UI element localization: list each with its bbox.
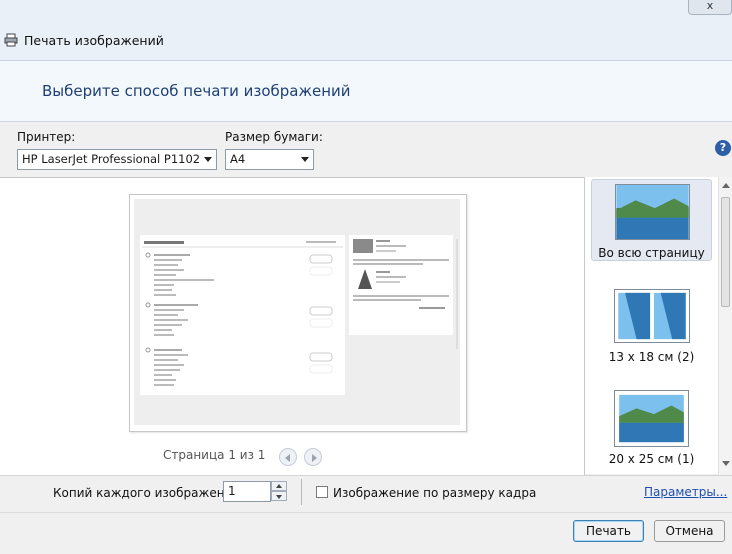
prev-page-button[interactable] (279, 448, 297, 466)
paper-size-label: Размер бумаги: (225, 130, 323, 144)
printer-icon (4, 33, 18, 47)
layout-item-full-page[interactable]: Во всю страницу (591, 179, 712, 261)
scroll-down-icon[interactable] (722, 461, 730, 466)
scrollbar-thumb[interactable] (721, 197, 730, 307)
layout-thumbnail-13x18 (614, 289, 690, 343)
fit-frame-checkbox[interactable] (316, 486, 328, 498)
page-status: Страница 1 из 1 (163, 448, 266, 462)
page-preview (129, 194, 467, 432)
layout-label: Во всю страницу (598, 246, 705, 260)
preview-panel: Страница 1 из 1 (0, 177, 585, 475)
scroll-up-icon[interactable] (722, 183, 730, 188)
next-page-button[interactable] (304, 448, 322, 466)
layout-thumbnail-20x25 (614, 390, 689, 447)
layout-thumbnail-full-page (615, 184, 690, 240)
title-bar: x Печать изображений (0, 0, 732, 61)
page-title: Выберите способ печати изображений (42, 82, 351, 100)
close-button[interactable]: x (688, 0, 732, 15)
print-button[interactable]: Печать (573, 520, 644, 542)
help-icon[interactable]: ? (715, 140, 731, 156)
layout-label: 13 x 18 см (2) (608, 350, 695, 364)
chevron-up-icon (276, 484, 282, 488)
paper-size-select-value: A4 (230, 152, 246, 166)
copies-stepper[interactable] (271, 481, 287, 502)
stepper-down-button[interactable] (271, 491, 287, 501)
printer-label: Принтер: (17, 130, 76, 144)
layout-item-13x18[interactable]: 13 x 18 см (2) (591, 287, 712, 367)
layout-item-20x25[interactable]: 20 x 25 см (1) (591, 388, 712, 470)
page-preview-image (134, 199, 460, 425)
window-title: Печать изображений (24, 33, 164, 48)
chevron-down-icon (204, 157, 212, 162)
copies-input[interactable]: 1 (223, 481, 271, 502)
chevron-down-icon (276, 495, 282, 499)
header-panel: Выберите способ печати изображений (0, 61, 732, 122)
options-link[interactable]: Параметры... (644, 485, 727, 499)
stepper-up-button[interactable] (271, 481, 287, 491)
chevron-down-icon (301, 157, 309, 162)
printer-select[interactable]: HP LaserJet Professional P1102 (17, 149, 217, 170)
divider (301, 479, 302, 505)
paper-size-select[interactable]: A4 (225, 149, 314, 170)
layout-scrollbar[interactable] (718, 177, 732, 474)
layout-label: 20 x 25 см (1) (608, 452, 695, 466)
cancel-button[interactable]: Отмена (654, 520, 725, 542)
layout-list: Во всю страницу 13 x 18 см (2) 20 x 25 с… (585, 177, 718, 474)
printer-select-value: HP LaserJet Professional P1102 (22, 152, 201, 166)
copies-label: Копий каждого изображения: (53, 486, 244, 500)
fit-frame-label[interactable]: Изображение по размеру кадра (333, 486, 536, 500)
arrow-right-icon (312, 454, 317, 462)
page-preview-content (140, 235, 458, 395)
arrow-left-icon (285, 454, 290, 462)
